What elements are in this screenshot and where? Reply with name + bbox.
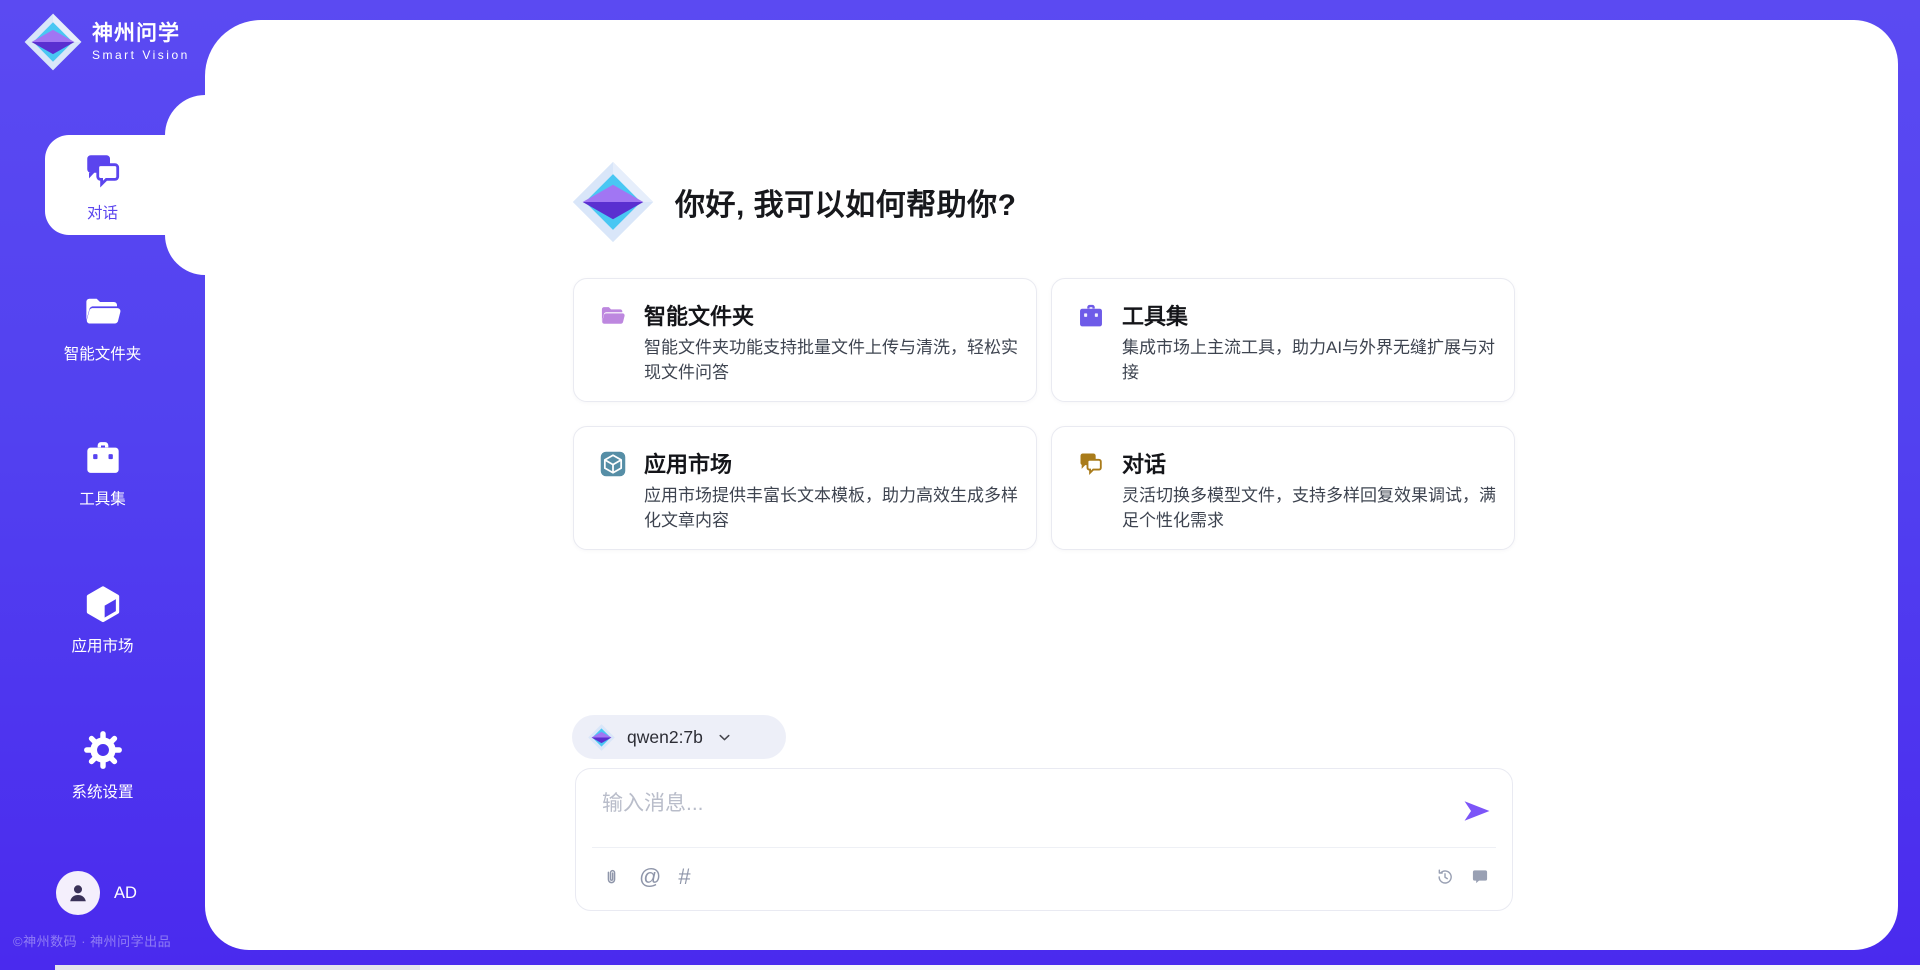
brand-subtitle: Smart Vision bbox=[92, 48, 190, 62]
gear-icon bbox=[82, 729, 124, 771]
model-name: qwen2:7b bbox=[627, 727, 703, 748]
model-selector[interactable]: qwen2:7b bbox=[572, 715, 786, 759]
sidebar-item-smart-folder[interactable]: 智能文件夹 bbox=[0, 291, 205, 364]
sidebar-item-chat[interactable]: 对话 bbox=[0, 150, 205, 223]
composer-divider bbox=[592, 847, 1496, 848]
toolbox-icon bbox=[1077, 302, 1105, 330]
chevron-down-icon bbox=[716, 729, 733, 746]
greeting-block: 你好, 我可以如何帮助你? bbox=[572, 161, 1017, 243]
card-title: 工具集 bbox=[1122, 299, 1188, 331]
card-description: 集成市场上主流工具，助力AI与外界无缝扩展与对接 bbox=[1122, 335, 1506, 385]
app-market-icon bbox=[599, 450, 627, 478]
user-initials: AD bbox=[114, 884, 137, 903]
sidebar-item-settings[interactable]: 系统设置 bbox=[0, 729, 205, 802]
scrollbar-thumb[interactable] bbox=[55, 965, 420, 970]
message-input[interactable] bbox=[600, 783, 1404, 825]
brand-name: 神州问学 bbox=[92, 22, 190, 46]
sidebar-item-toolbox[interactable]: 工具集 bbox=[0, 438, 205, 509]
copyright-footer: ©神州数码 · 神州问学出品 bbox=[13, 931, 171, 950]
user-profile[interactable]: AD bbox=[56, 871, 137, 915]
sidebar-item-label: 对话 bbox=[0, 201, 205, 223]
chat-bubbles-icon bbox=[82, 150, 124, 192]
card-title: 应用市场 bbox=[644, 447, 732, 479]
sidebar-item-label: 系统设置 bbox=[0, 780, 205, 802]
model-logo-diamond-icon bbox=[588, 724, 615, 751]
card-description: 应用市场提供丰富长文本模板，助力高效生成多样化文章内容 bbox=[644, 483, 1028, 533]
brand-diamond-icon bbox=[24, 13, 82, 71]
sidebar-item-label: 智能文件夹 bbox=[0, 342, 205, 364]
sidebar: 神州问学 Smart Vision 对话 智能文件夹 工具集 bbox=[0, 0, 205, 970]
history-icon[interactable] bbox=[1435, 867, 1455, 887]
main-content-panel: 你好, 我可以如何帮助你? 智能文件夹 智能文件夹功能支持批量文件上传与清洗，轻… bbox=[205, 20, 1898, 950]
person-icon bbox=[65, 880, 91, 906]
avatar bbox=[56, 871, 100, 915]
feature-card-app-market[interactable]: 应用市场 应用市场提供丰富长文本模板，助力高效生成多样化文章内容 bbox=[573, 426, 1037, 550]
attachment-paperclip-icon[interactable] bbox=[601, 867, 622, 888]
sidebar-item-app-market[interactable]: 应用市场 bbox=[0, 583, 205, 656]
mention-at-icon[interactable]: @ bbox=[639, 866, 661, 888]
card-title: 对话 bbox=[1122, 447, 1166, 479]
greeting-text: 你好, 我可以如何帮助你? bbox=[675, 180, 1017, 224]
assistant-logo-diamond-icon bbox=[572, 161, 654, 243]
feature-card-toolbox[interactable]: 工具集 集成市场上主流工具，助力AI与外界无缝扩展与对接 bbox=[1051, 278, 1515, 402]
horizontal-scrollbar[interactable] bbox=[55, 965, 1920, 970]
message-composer: @ # bbox=[575, 768, 1513, 911]
card-title: 智能文件夹 bbox=[644, 299, 754, 331]
toolbox-icon bbox=[83, 438, 123, 478]
card-description: 智能文件夹功能支持批量文件上传与清洗，轻松实现文件问答 bbox=[644, 335, 1028, 385]
folder-icon bbox=[82, 291, 124, 333]
chat-bubble-icon[interactable] bbox=[1470, 867, 1490, 887]
chat-bubbles-icon bbox=[1077, 450, 1105, 478]
feature-card-smart-folder[interactable]: 智能文件夹 智能文件夹功能支持批量文件上传与清洗，轻松实现文件问答 bbox=[573, 278, 1037, 402]
app-logo: 神州问学 Smart Vision bbox=[24, 13, 190, 71]
sidebar-item-label: 应用市场 bbox=[0, 634, 205, 656]
send-icon[interactable] bbox=[1464, 800, 1490, 822]
sidebar-item-label: 工具集 bbox=[0, 487, 205, 509]
feature-card-chat[interactable]: 对话 灵活切换多模型文件，支持多样回复效果调试，满足个性化需求 bbox=[1051, 426, 1515, 550]
card-description: 灵活切换多模型文件，支持多样回复效果调试，满足个性化需求 bbox=[1122, 483, 1506, 533]
hashtag-icon[interactable]: # bbox=[678, 866, 690, 888]
folder-icon bbox=[599, 302, 627, 330]
cube-icon bbox=[82, 583, 124, 625]
